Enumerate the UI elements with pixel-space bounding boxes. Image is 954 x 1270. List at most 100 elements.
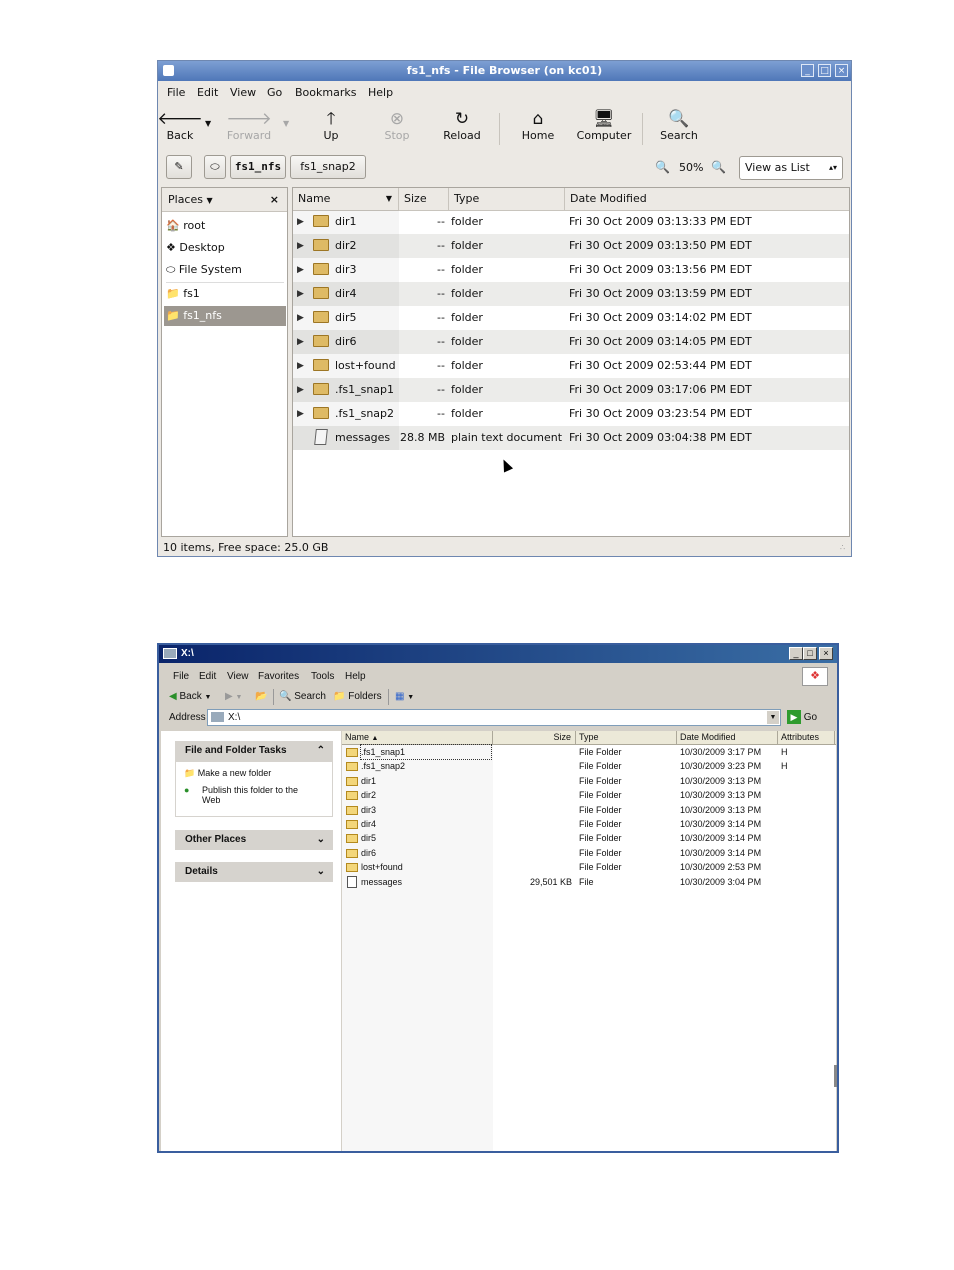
path-root-button[interactable]: ⬭ xyxy=(204,155,226,179)
column-date-modified[interactable]: Date Modified xyxy=(677,731,778,744)
close-button[interactable]: × xyxy=(835,64,848,77)
file-row[interactable]: ▶ lost+found -- folder Fri 30 Oct 2009 02:53… xyxy=(293,354,849,378)
close-sidebar-icon[interactable]: × xyxy=(270,188,279,212)
file-row[interactable]: dir5 File Folder 10/30/2009 3:14 PM xyxy=(342,831,836,845)
file-row[interactable]: ▶ .fs1_snap2 -- folder Fri 30 Oct 2009 03:23… xyxy=(293,402,849,426)
menu-tools[interactable]: Tools xyxy=(311,671,334,682)
close-button[interactable]: × xyxy=(819,647,833,660)
address-dropdown-icon[interactable]: ▼ xyxy=(767,711,779,724)
file-row[interactable]: lost+found File Folder 10/30/2009 2:53 PM xyxy=(342,860,836,874)
zoom-in-icon[interactable]: 🔍 xyxy=(711,160,726,174)
menu-file[interactable]: File xyxy=(173,671,189,682)
maximize-button[interactable]: □ xyxy=(818,64,831,77)
toggle-location-entry-button[interactable]: ✎ xyxy=(166,155,192,179)
forward-button[interactable]: ▶ ▼ xyxy=(225,691,242,702)
expander-triangle-icon[interactable]: ▶ xyxy=(297,402,304,426)
file-row[interactable]: dir6 File Folder 10/30/2009 3:14 PM xyxy=(342,846,836,860)
column-size[interactable]: Size xyxy=(399,188,449,210)
expander-triangle-icon[interactable]: ▶ xyxy=(297,306,304,330)
column-date-modified[interactable]: Date Modified xyxy=(565,188,849,210)
publish-folder-link[interactable]: ● Publish this folder to the Web xyxy=(184,785,304,805)
resize-grip-icon[interactable]: ∴ xyxy=(840,543,848,553)
file-row[interactable]: .fs1_snap2 File Folder 10/30/2009 3:23 PM H xyxy=(342,759,836,773)
folders-button[interactable]: 📁 Folders xyxy=(333,691,382,702)
file-row[interactable]: ▶ dir3 -- folder Fri 30 Oct 2009 03:13:56 PM… xyxy=(293,258,849,282)
other-places-header[interactable]: Other Places ⌄ xyxy=(175,830,333,850)
place-fs1-nfs[interactable]: 📁 fs1_nfs xyxy=(164,306,286,326)
file-row[interactable]: ▶ dir4 -- folder Fri 30 Oct 2009 03:13:59 PM… xyxy=(293,282,849,306)
details-header[interactable]: Details ⌄ xyxy=(175,862,333,882)
reload-button[interactable]: ↻ Reload xyxy=(432,109,492,142)
file-row[interactable]: .fs1_snap1 File Folder 10/30/2009 3:17 PM H xyxy=(342,744,836,760)
forward-button[interactable]: 🡒 Forward xyxy=(219,109,279,142)
zoom-out-icon[interactable]: 🔍 xyxy=(655,160,670,174)
make-new-folder-link[interactable]: 📁 Make a new folder xyxy=(184,768,271,778)
up-button[interactable]: 🡑 Up xyxy=(301,109,361,142)
view-mode-select[interactable]: View as List ▴▾ xyxy=(739,156,843,180)
file-row[interactable]: ▶ dir2 -- folder Fri 30 Oct 2009 03:13:50 PM… xyxy=(293,234,849,258)
places-dropdown[interactable]: Places xyxy=(168,193,203,206)
menu-edit[interactable]: Edit xyxy=(197,86,218,99)
expand-chevron-icon[interactable]: ⌄ xyxy=(317,862,325,882)
column-name[interactable]: Name ▲ xyxy=(342,731,493,744)
file-row[interactable]: messages 28.8 MB plain text document Fri 30… xyxy=(293,426,849,450)
maximize-button[interactable]: □ xyxy=(803,647,817,660)
column-size[interactable]: Size xyxy=(493,731,576,744)
column-name[interactable]: Name ▼ xyxy=(293,188,399,210)
search-button[interactable]: 🔍 Search xyxy=(279,691,326,702)
search-button[interactable]: 🔍 Search xyxy=(649,109,709,142)
menu-view[interactable]: View xyxy=(230,86,256,99)
place-fs1[interactable]: 📁 fs1 xyxy=(164,284,286,304)
scrollbar-thumb[interactable] xyxy=(834,1065,837,1087)
expander-triangle-icon[interactable]: ▶ xyxy=(297,354,304,378)
file-row[interactable]: ▶ .fs1_snap1 -- folder Fri 30 Oct 2009 03:17… xyxy=(293,378,849,402)
file-row[interactable]: dir4 File Folder 10/30/2009 3:14 PM xyxy=(342,817,836,831)
minimize-button[interactable]: _ xyxy=(801,64,814,77)
path-button[interactable]: fs1_snap2 xyxy=(290,155,366,179)
menu-view[interactable]: View xyxy=(227,671,249,682)
go-button[interactable]: ▶ Go xyxy=(787,709,827,726)
file-row[interactable]: ▶ dir6 -- folder Fri 30 Oct 2009 03:14:05 PM… xyxy=(293,330,849,354)
forward-history-dropdown-icon[interactable]: ▼ xyxy=(283,119,289,128)
minimize-button[interactable]: _ xyxy=(789,647,803,660)
file-type: folder xyxy=(451,311,483,324)
menu-go[interactable]: Go xyxy=(267,86,282,99)
menu-favorites[interactable]: Favorites xyxy=(258,671,299,682)
expander-triangle-icon[interactable]: ▶ xyxy=(297,282,304,306)
menu-bookmarks[interactable]: Bookmarks xyxy=(295,86,356,99)
menu-file[interactable]: File xyxy=(167,86,185,99)
expander-triangle-icon[interactable]: ▶ xyxy=(297,210,304,234)
file-row[interactable]: messages 29,501 KB File 10/30/2009 3:04 PM xyxy=(342,875,836,889)
expander-triangle-icon[interactable]: ▶ xyxy=(297,234,304,258)
file-row[interactable]: ▶ dir5 -- folder Fri 30 Oct 2009 03:14:02 PM… xyxy=(293,306,849,330)
stop-button[interactable]: ⊗ Stop xyxy=(367,109,427,142)
expander-triangle-icon[interactable]: ▶ xyxy=(297,330,304,354)
column-type[interactable]: Type xyxy=(576,731,677,744)
computer-button[interactable]: 🖥 Computer xyxy=(574,109,634,142)
menu-edit[interactable]: Edit xyxy=(199,671,216,682)
path-button-current[interactable]: fs1_nfs xyxy=(230,155,286,179)
place-root[interactable]: 🏠 root xyxy=(164,216,286,236)
back-button[interactable]: ◀ Back ▼ xyxy=(169,691,211,702)
back-button[interactable]: 🡐 Back xyxy=(158,109,210,142)
up-folder-button[interactable]: 📂 xyxy=(255,691,267,702)
file-row[interactable]: dir3 File Folder 10/30/2009 3:13 PM xyxy=(342,803,836,817)
column-attributes[interactable]: Attributes xyxy=(778,731,835,744)
menu-help[interactable]: Help xyxy=(345,671,366,682)
file-folder-tasks-header[interactable]: File and Folder Tasks ⌃ xyxy=(175,741,333,761)
home-button[interactable]: ⌂ Home xyxy=(508,109,568,142)
address-input[interactable]: X:\ ▼ xyxy=(207,709,781,726)
place-file-system[interactable]: ⬭ File System xyxy=(164,260,286,280)
views-button[interactable]: ▦ ▼ xyxy=(395,691,414,702)
expand-chevron-icon[interactable]: ⌄ xyxy=(317,830,325,850)
back-history-dropdown-icon[interactable]: ▼ xyxy=(205,119,211,128)
place-desktop[interactable]: ❖ Desktop xyxy=(164,238,286,258)
file-row[interactable]: ▶ dir1 -- folder Fri 30 Oct 2009 03:13:33 PM… xyxy=(293,210,849,234)
expander-triangle-icon[interactable]: ▶ xyxy=(297,378,304,402)
file-row[interactable]: dir1 File Folder 10/30/2009 3:13 PM xyxy=(342,774,836,788)
column-type[interactable]: Type xyxy=(449,188,565,210)
menu-help[interactable]: Help xyxy=(368,86,393,99)
expander-triangle-icon[interactable]: ▶ xyxy=(297,258,304,282)
collapse-chevron-icon[interactable]: ⌃ xyxy=(317,741,325,761)
file-row[interactable]: dir2 File Folder 10/30/2009 3:13 PM xyxy=(342,788,836,802)
